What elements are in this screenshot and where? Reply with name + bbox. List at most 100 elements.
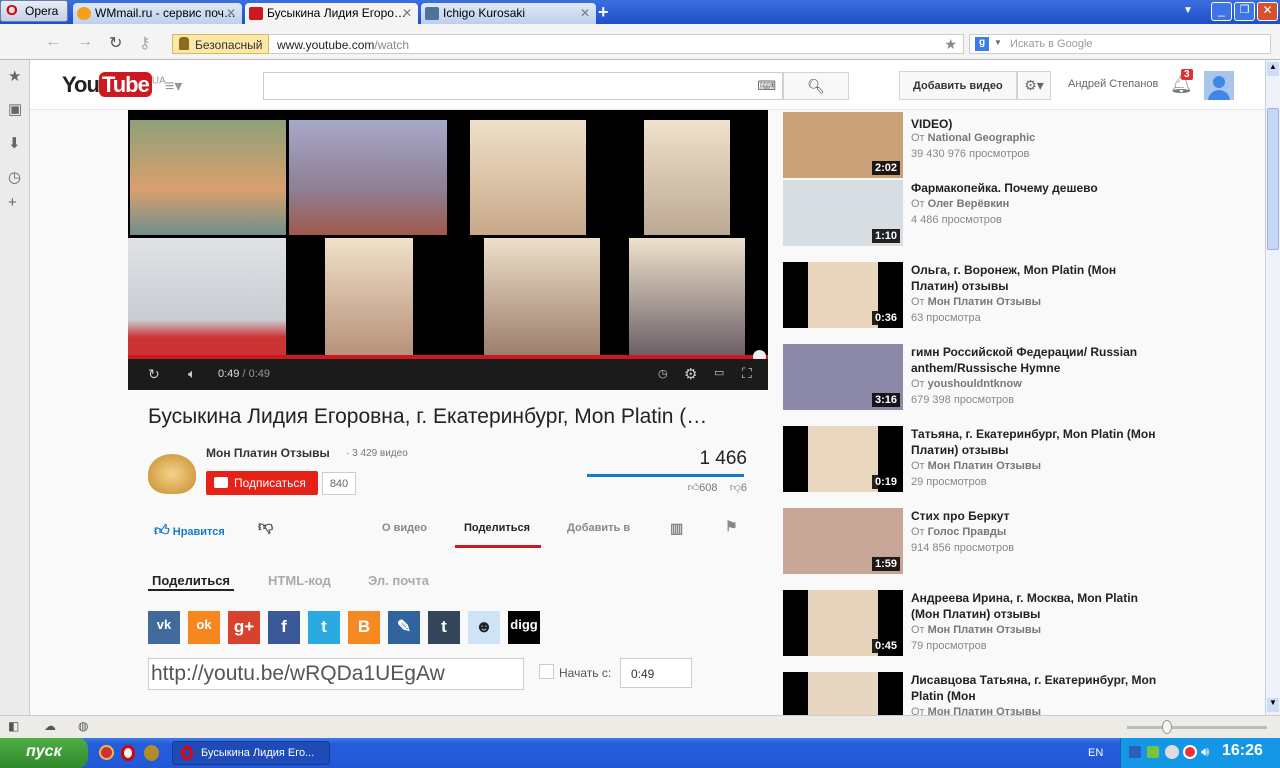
- history-clock-icon[interactable]: ◷: [8, 168, 21, 186]
- url-input[interactable]: www.youtube.com/watch ★: [269, 34, 964, 54]
- share-tab-embed[interactable]: HTML-код: [268, 573, 331, 588]
- page-scrollbar[interactable]: ▲ ▼: [1265, 60, 1280, 715]
- related-video-item[interactable]: 1:10 Фармакопейка. Почему дешево От Олег В…: [783, 180, 1163, 246]
- video-thumbnail[interactable]: [783, 672, 903, 715]
- notes-icon[interactable]: ▣: [8, 100, 22, 118]
- video-thumbnail[interactable]: 3:16: [783, 344, 903, 410]
- add-panel-icon[interactable]: +: [8, 194, 17, 211]
- share-facebook-button[interactable]: f: [268, 611, 300, 644]
- start-at-checkbox[interactable]: [539, 664, 554, 679]
- related-video-item[interactable]: 0:36 Ольга, г. Воронеж, Mon Platin (Мон П…: [783, 262, 1163, 328]
- dislike-button[interactable]: 👎︎: [258, 518, 273, 536]
- channel-name[interactable]: youshouldntknow: [928, 378, 1022, 390]
- tab-add-to[interactable]: Добавить в: [567, 522, 630, 534]
- volume-icon[interactable]: 🔊︎: [1201, 744, 1209, 760]
- video-title[interactable]: гимн Российской Федерации/ Russian anthe…: [911, 344, 1161, 376]
- scroll-up-icon[interactable]: ▲: [1267, 62, 1279, 76]
- close-tab-icon[interactable]: ✕: [226, 6, 236, 20]
- turbo-cloud-icon[interactable]: ☁: [44, 719, 56, 733]
- like-button[interactable]: 👍︎ Нравится: [154, 522, 225, 540]
- scroll-down-icon[interactable]: ▼: [1267, 698, 1279, 712]
- channel-name[interactable]: National Geographic: [928, 132, 1036, 144]
- quicklaunch-opera-icon[interactable]: [121, 745, 135, 761]
- related-video-item[interactable]: 1:59 Стих про Беркут От Голос Правды 914 85…: [783, 508, 1163, 574]
- channel-name[interactable]: Мон Платин Отзывы: [928, 706, 1041, 715]
- share-reddit-button[interactable]: ☻: [468, 611, 500, 644]
- speed-dial-icon[interactable]: ◍: [78, 719, 88, 733]
- video-title[interactable]: Татьяна, г. Екатеринбург, Mon Platin (Мо…: [911, 426, 1161, 458]
- back-icon[interactable]: ←: [45, 33, 61, 51]
- close-tab-icon[interactable]: ✕: [580, 6, 590, 20]
- related-video-item[interactable]: 3:16 гимн Российской Федерации/ Russian a…: [783, 344, 1163, 410]
- report-flag-icon[interactable]: ⚑: [725, 518, 738, 535]
- forward-icon[interactable]: →: [77, 33, 93, 51]
- close-window-button[interactable]: ✕: [1257, 2, 1278, 21]
- subscribe-button[interactable]: Подписаться: [206, 471, 318, 495]
- key-icon[interactable]: ⚷: [139, 33, 151, 53]
- video-title[interactable]: Фармакопейка. Почему дешево: [911, 180, 1161, 196]
- tray-app-icon[interactable]: [1165, 745, 1179, 759]
- channel-name[interactable]: Олег Верёвкин: [928, 198, 1010, 210]
- share-livejournal-button[interactable]: ✎: [388, 611, 420, 644]
- channel-logo[interactable]: [148, 454, 196, 494]
- video-title[interactable]: Ольга, г. Воронеж, Mon Platin (Мон Плати…: [911, 262, 1161, 294]
- security-badge[interactable]: Безопасный: [172, 34, 269, 54]
- share-twitter-button[interactable]: t: [308, 611, 340, 644]
- video-title[interactable]: Андреева Ирина, г. Москва, Mon Platin (М…: [911, 590, 1161, 622]
- share-tab-share[interactable]: Поделиться: [152, 573, 230, 588]
- short-url-input[interactable]: http://youtu.be/wRQDa1UEgAw: [148, 658, 524, 690]
- start-button[interactable]: пуск: [0, 738, 88, 768]
- tab-vk[interactable]: Ichigo Kurosaki ✕: [421, 3, 596, 24]
- share-digg-button[interactable]: digg: [508, 611, 540, 644]
- new-tab-button[interactable]: +: [598, 2, 609, 23]
- reload-icon[interactable]: ↻: [109, 33, 122, 53]
- video-title[interactable]: Стих про Беркут: [911, 508, 1161, 524]
- video-title[interactable]: Лисавцова Татьяна, г. Екатеринбург, Mon …: [911, 672, 1161, 704]
- related-video-item[interactable]: 0:19 Татьяна, г. Екатеринбург, Mon Platin…: [783, 426, 1163, 492]
- video-thumbnail[interactable]: 0:45: [783, 590, 903, 656]
- channel-name[interactable]: Мон Платин Отзывы: [928, 296, 1041, 308]
- quicklaunch-browser-icon[interactable]: [99, 745, 114, 760]
- share-tab-email[interactable]: Эл. почта: [368, 573, 429, 588]
- search-engine-chevron-icon[interactable]: ▼: [994, 38, 1002, 47]
- share-odnoklassniki-button[interactable]: ok: [188, 611, 220, 644]
- stats-icon[interactable]: ▥: [670, 520, 683, 537]
- channel-name[interactable]: Мон Платин Отзывы: [928, 624, 1041, 636]
- video-title[interactable]: VIDEO): [911, 116, 1161, 132]
- taskbar-item-opera[interactable]: Бусыкина Лидия Его...: [172, 741, 330, 765]
- google-search-input[interactable]: g ▼ Искать в Google: [969, 34, 1271, 54]
- video-thumbnail[interactable]: 0:19: [783, 426, 903, 492]
- quicklaunch-app-icon[interactable]: [144, 745, 159, 761]
- related-video-item[interactable]: Лисавцова Татьяна, г. Екатеринбург, Mon …: [783, 672, 1163, 715]
- channel-name[interactable]: Голос Правды: [928, 526, 1007, 538]
- video-thumbnail[interactable]: 2:02: [783, 112, 903, 178]
- scrollbar-thumb[interactable]: [1267, 108, 1279, 250]
- share-google-plus-button[interactable]: g+: [228, 611, 260, 644]
- language-indicator[interactable]: EN: [1088, 747, 1103, 759]
- related-video-item[interactable]: 2:02 VIDEO) От National Geographic 39 430 9…: [783, 110, 1163, 178]
- panel-toggle-icon[interactable]: ◧: [8, 719, 19, 733]
- zoom-slider-handle[interactable]: [1162, 720, 1172, 734]
- bookmarks-star-icon[interactable]: ★: [8, 67, 21, 85]
- opera-menu-button[interactable]: O Opera: [0, 0, 68, 22]
- video-thumbnail[interactable]: 0:36: [783, 262, 903, 328]
- antivirus-icon[interactable]: [1147, 746, 1159, 758]
- video-thumbnail[interactable]: 1:59: [783, 508, 903, 574]
- network-icon[interactable]: [1129, 746, 1141, 758]
- tray-opera-icon[interactable]: [1183, 745, 1197, 759]
- close-tab-icon[interactable]: ✕: [402, 6, 412, 20]
- channel-name[interactable]: Мон Платин Отзывы: [206, 446, 330, 460]
- downloads-icon[interactable]: ⬇: [8, 134, 21, 152]
- restore-button[interactable]: ❐: [1234, 2, 1255, 21]
- tab-wmmail[interactable]: WMmail.ru - сервис поч… ✕: [73, 3, 242, 24]
- channel-name[interactable]: Мон Платин Отзывы: [928, 460, 1041, 472]
- tab-list-chevron-icon[interactable]: ▼: [1183, 5, 1193, 16]
- minimize-button[interactable]: _: [1211, 2, 1232, 21]
- share-tumblr-button[interactable]: t: [428, 611, 460, 644]
- share-vk-button[interactable]: vk: [148, 611, 180, 644]
- bookmark-star-icon[interactable]: ★: [944, 36, 957, 53]
- tab-about[interactable]: О видео: [382, 522, 427, 534]
- tab-youtube[interactable]: Бусыкина Лидия Егоро… ✕: [245, 3, 418, 24]
- video-thumbnail[interactable]: 1:10: [783, 180, 903, 246]
- tab-share[interactable]: Поделиться: [464, 522, 530, 534]
